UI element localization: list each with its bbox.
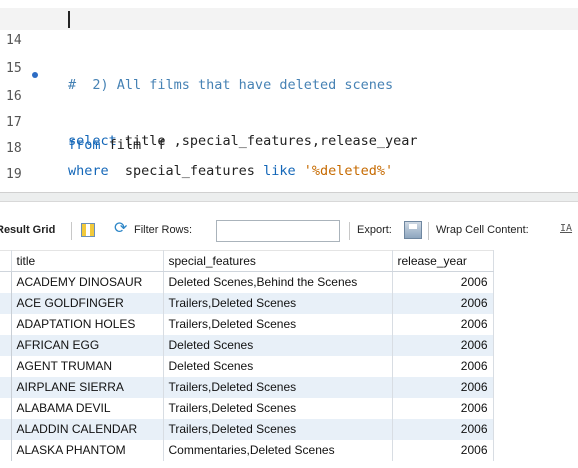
editor-line-17[interactable]: 17 from film f [0,90,578,153]
cell-special-features[interactable]: Deleted Scenes,Behind the Scenes [163,271,393,293]
text-caret [68,11,70,28]
table-row[interactable]: AIRPLANE SIERRA Trailers,Deleted Scenes 20… [0,376,494,398]
table-row[interactable]: ALABAMA DEVIL Trailers,Deleted Scenes 2006 [0,397,494,419]
sql-editor[interactable]: 14 # 2) All films that have deleted scen… [0,0,578,192]
editor-line-20[interactable]: 20 [0,168,578,190]
table-row[interactable]: ACADEMY DINOSAUR Deleted Scenes,Behind th… [0,271,494,293]
row-selector[interactable] [0,313,12,335]
cell-title[interactable]: AIRPLANE SIERRA [11,376,164,398]
filter-rows-label: Filter Rows: [134,224,193,236]
cell-release-year[interactable]: 2006 [392,355,494,377]
row-selector[interactable] [0,355,12,377]
cell-title[interactable]: ALABAMA DEVIL [11,397,164,419]
row-selector[interactable] [0,292,12,314]
editor-line-14[interactable]: 14 # 2) All films that have deleted scen… [0,8,578,93]
cell-special-features[interactable]: Trailers,Deleted Scenes [163,397,393,419]
cell-release-year[interactable]: 2006 [392,292,494,314]
cell-title[interactable]: AGENT TRUMAN [11,355,164,377]
editor-line-16[interactable]: 16 select title ,special_features,releas… [0,64,578,149]
result-toolbar: Result Grid ⟳ Filter Rows: Export: Wrap … [0,214,578,248]
row-selector[interactable] [0,376,12,398]
cell-special-features[interactable]: Trailers,Deleted Scenes [163,418,393,440]
header-row: title special_features release_year [0,250,494,272]
column-header-title[interactable]: title [11,250,164,272]
editor-line-15[interactable]: 15 [0,36,578,76]
cell-special-features[interactable]: Deleted Scenes [163,334,393,356]
toolbar-divider [71,222,72,240]
result-grid: title special_features release_year ACAD… [0,250,494,461]
row-selector[interactable] [0,439,12,461]
cell-release-year[interactable]: 2006 [392,397,494,419]
result-grid-tab[interactable]: Result Grid [0,224,55,236]
refresh-icon[interactable]: ⟳ [114,220,127,238]
cell-title[interactable]: ACADEMY DINOSAUR [11,271,164,293]
table-row[interactable]: ALADDIN CALENDAR Trailers,Deleted Scenes 2… [0,418,494,440]
cell-release-year[interactable]: 2006 [392,271,494,293]
table-row[interactable]: AGENT TRUMAN Deleted Scenes 2006 [0,355,494,377]
cell-release-year[interactable]: 2006 [392,439,494,461]
toolbar-divider [349,222,350,240]
row-selector[interactable] [0,397,12,419]
cell-title[interactable]: ALADDIN CALENDAR [11,418,164,440]
row-selector-header[interactable] [0,250,12,272]
cell-special-features[interactable]: Commentaries,Deleted Scenes [163,439,393,461]
cell-title[interactable]: ACE GOLDFINGER [11,292,164,314]
editor-line-19[interactable]: 19 [0,142,578,182]
cell-special-features[interactable]: Trailers,Deleted Scenes [163,376,393,398]
table-row[interactable]: ALASKA PHANTOM Commentaries,Deleted Scene… [0,439,494,461]
export-icon[interactable] [404,221,422,239]
filter-rows-input[interactable] [216,220,340,242]
export-label: Export: [357,224,392,236]
grid-view-icon[interactable] [81,223,95,237]
cell-special-features[interactable]: Trailers,Deleted Scenes [163,292,393,314]
cell-release-year[interactable]: 2006 [392,313,494,335]
cell-release-year[interactable]: 2006 [392,418,494,440]
statement-marker-icon [32,72,38,78]
cell-special-features[interactable]: Trailers,Deleted Scenes [163,313,393,335]
table-row[interactable]: AFRICAN EGG Deleted Scenes 2006 [0,334,494,356]
row-selector[interactable] [0,334,12,356]
table-row[interactable]: ADAPTATION HOLES Trailers,Deleted Scenes 2… [0,313,494,335]
wrap-cell-content-label: Wrap Cell Content: [436,224,529,236]
cell-title[interactable]: ALASKA PHANTOM [11,439,164,461]
cell-title[interactable]: ADAPTATION HOLES [11,313,164,335]
cell-release-year[interactable]: 2006 [392,334,494,356]
table-row[interactable]: ACE GOLDFINGER Trailers,Deleted Scenes 200… [0,292,494,314]
cell-release-year[interactable]: 2006 [392,376,494,398]
cell-title[interactable]: AFRICAN EGG [11,334,164,356]
toolbar-divider [428,222,429,240]
wrap-cell-content-icon[interactable]: IA [560,223,572,234]
editor-line-18[interactable]: 18 where special_features like '%deleted… [0,116,578,179]
column-header-release-year[interactable]: release_year [392,250,494,272]
panel-splitter[interactable] [0,192,578,202]
column-header-special-features[interactable]: special_features [163,250,393,272]
cell-special-features[interactable]: Deleted Scenes [163,355,393,377]
row-selector[interactable] [0,271,12,293]
row-selector[interactable] [0,418,12,440]
